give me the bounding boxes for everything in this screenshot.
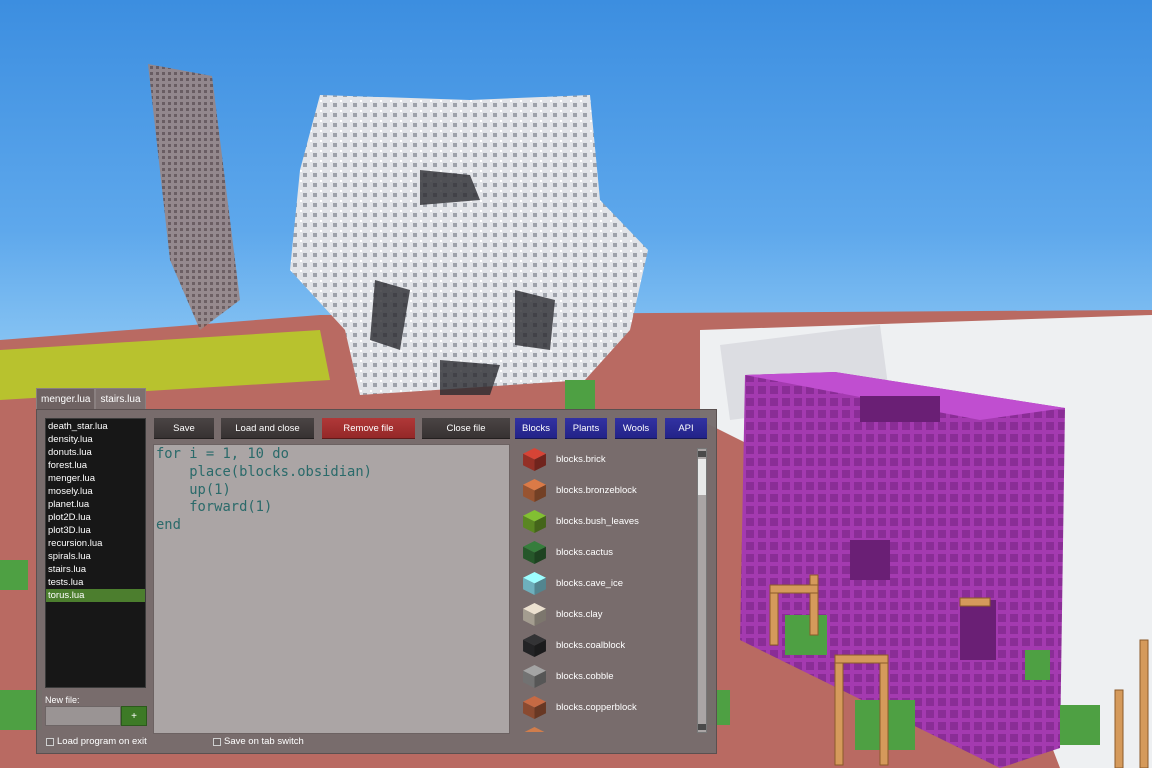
bronze-block-icon xyxy=(523,479,546,502)
palette-item-label: blocks.cactus xyxy=(556,547,614,558)
block-palette: blocks.brick blocks.bronzeblock blocks.bus… xyxy=(517,444,709,732)
save-button[interactable]: Save xyxy=(154,418,214,439)
clay-block-icon xyxy=(523,603,546,626)
tab-api[interactable]: API xyxy=(665,418,707,439)
palette-item[interactable]: blocks.cobble xyxy=(517,661,614,692)
tab-menger[interactable]: menger.lua xyxy=(36,388,96,410)
file-item[interactable]: plot3D.lua xyxy=(46,524,145,537)
open-file-tabs: menger.lua stairs.lua xyxy=(36,388,146,410)
remove-file-button[interactable]: Remove file xyxy=(322,418,415,439)
palette-item[interactable]: blocks.bush_leaves xyxy=(517,506,639,537)
copper-block-icon xyxy=(523,696,546,719)
brick-block-icon xyxy=(523,448,546,471)
palette-item[interactable]: blocks.copperblock xyxy=(517,692,637,723)
palette-scrollbar[interactable] xyxy=(697,448,707,733)
palette-item-label: blocks.clay xyxy=(556,609,603,620)
load-on-exit-label: Load program on exit xyxy=(57,736,147,747)
palette-item-label: blocks.coalblock xyxy=(556,640,626,651)
close-file-button[interactable]: Close file xyxy=(422,418,510,439)
file-item[interactable]: density.lua xyxy=(46,433,145,446)
palette-item-label: blocks.bronzeblock xyxy=(556,485,637,496)
file-item[interactable]: plot2D.lua xyxy=(46,511,145,524)
palette-item[interactable]: blocks.coalblock xyxy=(517,630,625,661)
code-textarea[interactable]: for i = 1, 10 do place(blocks.obsidian) … xyxy=(153,444,510,734)
palette-item[interactable]: blocks.cave_ice xyxy=(517,568,623,599)
save-on-tab-switch-label: Save on tab switch xyxy=(224,736,304,747)
palette-item[interactable]: blocks.brick xyxy=(517,444,606,475)
tab-plants[interactable]: Plants xyxy=(565,418,607,439)
file-item[interactable]: stairs.lua xyxy=(46,563,145,576)
file-item[interactable]: planet.lua xyxy=(46,498,145,511)
tab-wools[interactable]: Wools xyxy=(615,418,657,439)
scroll-thumb[interactable] xyxy=(698,459,706,495)
file-item[interactable]: menger.lua xyxy=(46,472,145,485)
palette-item[interactable]: blocks.bronzeblock xyxy=(517,475,637,506)
bush-leaves-block-icon xyxy=(523,510,546,533)
code-editor-window: death_star.lua density.lua donuts.lua fo… xyxy=(36,409,717,754)
cobble-block-icon xyxy=(523,665,546,688)
add-file-button[interactable]: + xyxy=(121,706,147,726)
palette-item[interactable]: blocks.cactus xyxy=(517,537,613,568)
palette-item[interactable]: blocks.clay xyxy=(517,599,602,630)
cactus-block-icon xyxy=(523,541,546,564)
palette-item-label: blocks.cave_ice xyxy=(556,578,624,589)
file-item[interactable]: recursion.lua xyxy=(46,537,145,550)
load-and-close-button[interactable]: Load and close xyxy=(221,418,314,439)
partial-block-icon xyxy=(524,727,545,732)
file-item[interactable]: donuts.lua xyxy=(46,446,145,459)
load-on-exit-checkbox[interactable] xyxy=(46,737,54,746)
file-item[interactable]: mosely.lua xyxy=(46,485,145,498)
file-item[interactable]: forest.lua xyxy=(46,459,145,472)
new-file-label: New file: xyxy=(45,695,80,705)
save-on-tab-switch-checkbox[interactable] xyxy=(213,737,221,746)
palette-item-label: blocks.bush_leaves xyxy=(556,516,639,527)
coal-block-icon xyxy=(523,634,546,657)
file-item[interactable]: death_star.lua xyxy=(46,420,145,433)
save-on-tab-switch-option[interactable]: Save on tab switch xyxy=(213,736,304,747)
file-list: death_star.lua density.lua donuts.lua fo… xyxy=(45,418,146,688)
palette-item-label: blocks.copperblock xyxy=(556,702,637,713)
palette-item-label: blocks.brick xyxy=(556,454,606,465)
file-item-selected[interactable]: torus.lua xyxy=(46,589,145,602)
scroll-up-arrow[interactable] xyxy=(698,451,706,457)
tab-stairs[interactable]: stairs.lua xyxy=(95,388,146,410)
cave-ice-block-icon xyxy=(523,572,546,595)
palette-item-label: blocks.cobble xyxy=(556,671,614,682)
tab-blocks[interactable]: Blocks xyxy=(515,418,557,439)
file-item[interactable]: spirals.lua xyxy=(46,550,145,563)
palette-item[interactable] xyxy=(517,723,556,732)
scroll-down-arrow[interactable] xyxy=(698,724,706,730)
load-on-exit-option[interactable]: Load program on exit xyxy=(46,736,147,747)
file-item[interactable]: tests.lua xyxy=(46,576,145,589)
new-file-input[interactable] xyxy=(45,706,121,726)
